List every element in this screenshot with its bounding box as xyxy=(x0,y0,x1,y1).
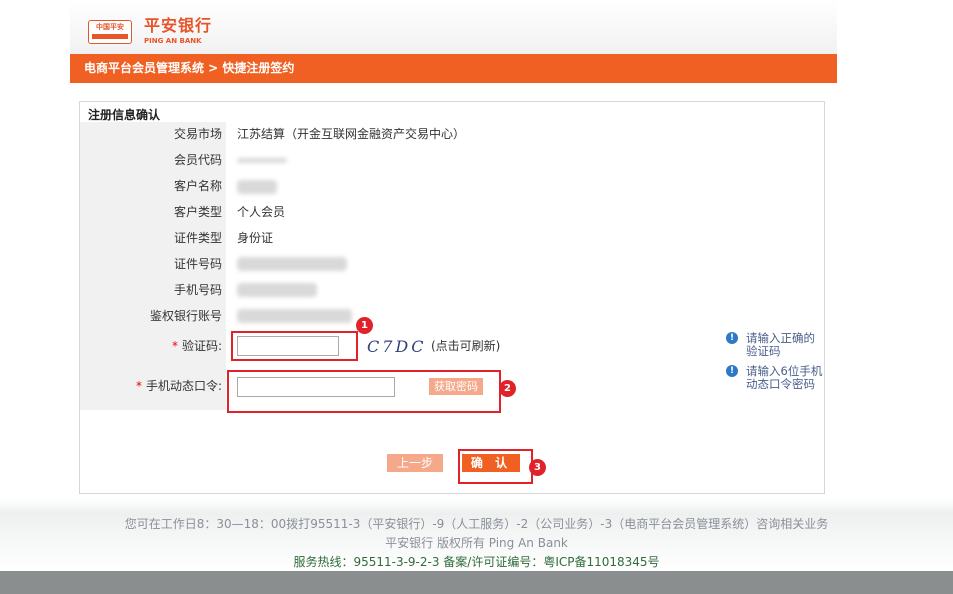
label-id-type: 证件类型 xyxy=(173,231,222,245)
page-header: 中国平安 平安银行 PING AN BANK xyxy=(70,0,837,54)
hint-sms-text: 请输入6位手机动态口令密码 xyxy=(746,364,823,391)
logo-text: 中国平安 xyxy=(96,23,124,31)
registration-confirm-panel: 注册信息确认 交易市场 江苏结算（开金互联网金融资产交易中心） 会员代码 客户名… xyxy=(79,101,825,494)
annotation-badge-1: 1 xyxy=(356,317,373,334)
footer-copyright: 平安银行 版权所有 Ping An Bank xyxy=(385,536,568,550)
captcha-label-text: 验证码: xyxy=(181,339,222,353)
label-id-number: 证件号码 xyxy=(173,257,222,271)
annotation-box-1 xyxy=(231,331,358,361)
brand-name-en: PING AN BANK xyxy=(144,37,202,45)
captcha-image[interactable]: C7DC xyxy=(367,338,427,356)
label-member-code: 会员代码 xyxy=(173,153,222,167)
label-customer-type: 客户类型 xyxy=(173,205,222,219)
redacted-bank-account xyxy=(237,309,352,323)
annotation-box-3 xyxy=(458,449,533,484)
value-id-type: 身份证 xyxy=(237,231,274,245)
breadcrumb: 电商平台会员管理系统 > 快捷注册签约 xyxy=(84,61,295,75)
brand-name-cn: 平安银行 xyxy=(144,16,213,35)
redacted-id-number xyxy=(237,257,347,271)
footer-service-hours: 您可在工作日8：30—18：00拨打95511-3（平安银行）-9（人工服务）-… xyxy=(124,517,829,531)
footer: 您可在工作日8：30—18：00拨打95511-3（平安银行）-9（人工服务）-… xyxy=(0,499,953,571)
redacted-member-code xyxy=(237,158,287,163)
bottom-strip xyxy=(0,571,953,594)
label-market: 交易市场 xyxy=(173,127,222,141)
captcha-label: * 验证码: xyxy=(80,338,222,354)
captcha-refresh-note: (点击可刷新) xyxy=(431,339,501,353)
annotation-badge-3: 3 xyxy=(529,459,546,476)
redacted-phone xyxy=(237,283,317,297)
required-mark: * xyxy=(171,339,178,353)
label-bank-account: 鉴权银行账号 xyxy=(149,309,222,323)
info-icon: ! xyxy=(726,332,738,344)
info-icon: ! xyxy=(726,365,738,377)
label-customer-name: 客户名称 xyxy=(173,179,222,193)
value-customer-type: 个人会员 xyxy=(237,205,286,219)
nav-bar: 电商平台会员管理系统 > 快捷注册签约 xyxy=(70,54,837,83)
annotation-badge-2: 2 xyxy=(499,380,516,397)
prev-step-button[interactable]: 上一步 xyxy=(387,454,443,472)
panel-title: 注册信息确认 xyxy=(88,108,161,122)
footer-hotline: 服务热线：95511-3-9-2-3 备案/许可证编号：粤ICP备1101834… xyxy=(293,555,660,569)
hint-captcha-text: 请输入正确的验证码 xyxy=(746,331,815,358)
logo-bar xyxy=(92,34,128,39)
redacted-customer-name xyxy=(237,180,277,194)
annotation-box-2 xyxy=(227,370,501,413)
required-mark: * xyxy=(135,379,142,393)
value-market: 江苏结算（开金互联网金融资产交易中心） xyxy=(237,127,466,141)
sms-label-text: 手机动态口令: xyxy=(145,379,222,393)
pingan-logo: 中国平安 xyxy=(88,20,132,44)
label-phone: 手机号码 xyxy=(173,283,222,297)
sms-label: * 手机动态口令: xyxy=(80,378,222,394)
